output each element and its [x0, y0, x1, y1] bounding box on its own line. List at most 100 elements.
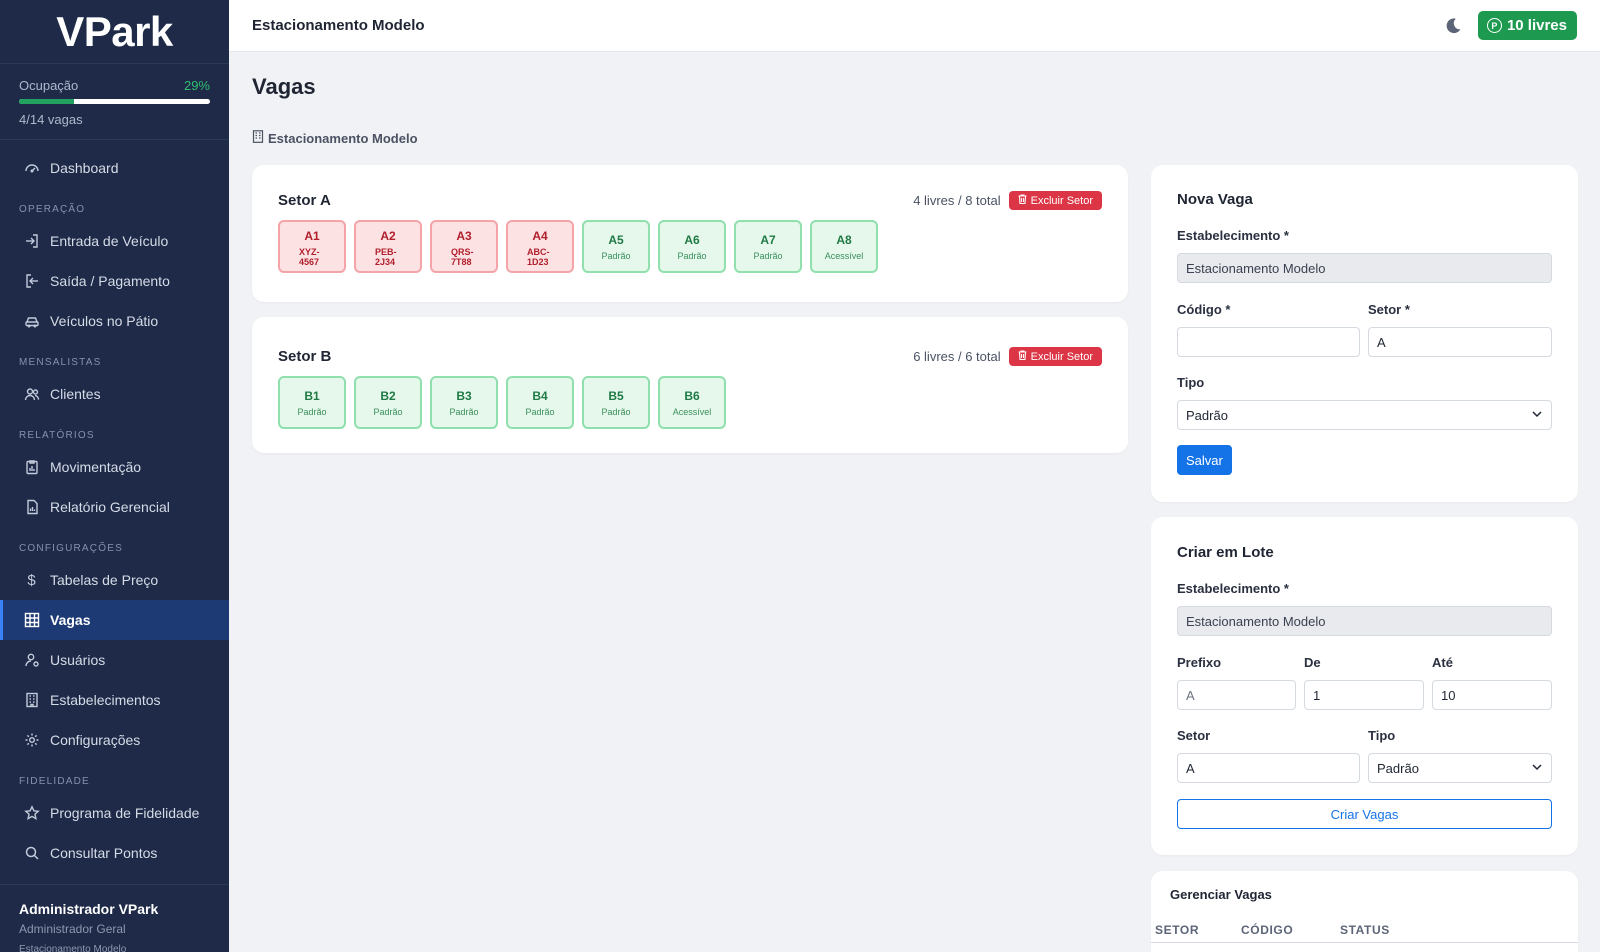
spot-code: A6 [684, 232, 700, 247]
sidebar-item-patio[interactable]: Veículos no Pátio [0, 301, 229, 341]
parking-spot[interactable]: A8 Acessível [810, 220, 878, 273]
spot-code: B1 [304, 388, 320, 403]
trash-icon [1018, 350, 1027, 363]
sidebar-item-label: Programa de Fidelidade [50, 805, 200, 821]
sidebar-item-label: Dashboard [50, 160, 119, 176]
sidebar-item-vagas[interactable]: Vagas [0, 600, 229, 640]
sidebar-item-label: Entrada de Veículo [50, 233, 169, 249]
sector-name: Setor A [278, 192, 331, 209]
trash-icon [1018, 194, 1027, 207]
establishment-name: Estacionamento Modelo [268, 130, 418, 146]
sidebar-item-label: Estabelecimentos [50, 692, 161, 708]
spot-code: A8 [836, 232, 852, 247]
establishment-field[interactable]: Estacionamento Modelo [1177, 606, 1552, 636]
parking-spot[interactable]: A3 QRS-7T88 [430, 220, 498, 273]
moon-icon[interactable] [1444, 17, 1462, 35]
sidebar-item-usuarios[interactable]: Usuários [0, 640, 229, 680]
parking-spot[interactable]: B5 Padrão [582, 376, 650, 429]
column-header-setor[interactable]: SETOR [1155, 923, 1199, 937]
delete-sector-button[interactable]: Excluir Setor [1008, 191, 1102, 210]
spot-type: Padrão [449, 406, 479, 417]
field-label: Prefixo [1177, 655, 1222, 670]
spot-type: Padrão [525, 406, 555, 417]
panel-title: Nova Vaga [1177, 191, 1253, 208]
sidebar-item-relatorio-gerencial[interactable]: Relatório Gerencial [0, 487, 229, 527]
user-establishment: Estacionamento Modelo [19, 944, 127, 952]
sidebar-item-label: Clientes [50, 386, 101, 402]
user-name: Administrador VPark [19, 901, 159, 917]
parking-spot[interactable]: B3 Padrão [430, 376, 498, 429]
sidebar-item-label: Vagas [50, 612, 91, 628]
sidebar: VPark Ocupação 29% 4/14 vagas Dashboard … [0, 0, 229, 952]
gauge-icon [23, 160, 40, 177]
delete-sector-button[interactable]: Excluir Setor [1008, 347, 1102, 366]
parking-spot[interactable]: A2 PEB-2J34 [354, 220, 422, 273]
parking-spot[interactable]: B1 Padrão [278, 376, 346, 429]
free-spots-badge: P 10 livres [1477, 11, 1577, 40]
spot-type: Padrão [601, 406, 631, 417]
sidebar-item-saida[interactable]: Saída / Pagamento [0, 261, 229, 301]
parking-spot[interactable]: B6 Acessível [658, 376, 726, 429]
sidebar-item-tabelas[interactable]: $ Tabelas de Preço [0, 560, 229, 600]
user-profile[interactable]: Administrador VPark Administrador Geral … [0, 884, 229, 952]
sidebar-nav: Dashboard OPERAÇÃO Entrada de Veículo Sa… [0, 140, 229, 873]
sector-input[interactable]: A [1368, 327, 1552, 357]
app-logo[interactable]: VPark [0, 0, 229, 64]
nav-section-configuracoes: CONFIGURAÇÕES [19, 543, 123, 554]
from-input[interactable]: 1 [1304, 680, 1424, 710]
spot-type: Padrão [601, 250, 631, 261]
column-header-status[interactable]: STATUS [1340, 923, 1390, 937]
prefix-input[interactable]: A [1177, 680, 1296, 710]
sidebar-item-entrada[interactable]: Entrada de Veículo [0, 221, 229, 261]
sidebar-item-dashboard[interactable]: Dashboard [0, 148, 229, 188]
sidebar-item-label: Relatório Gerencial [50, 499, 170, 515]
create-spots-button[interactable]: Criar Vagas [1177, 799, 1552, 829]
spot-type: Acessível [672, 406, 712, 417]
occupancy-widget: Ocupação 29% 4/14 vagas [0, 64, 229, 140]
sidebar-item-estabelecimentos[interactable]: Estabelecimentos [0, 680, 229, 720]
spot-code: A4 [532, 228, 548, 243]
column-header-codigo[interactable]: CÓDIGO [1241, 923, 1293, 937]
page-title: Vagas [252, 74, 316, 99]
chevron-down-icon [1531, 408, 1543, 423]
field-label: Estabelecimento * [1177, 581, 1289, 596]
save-button[interactable]: Salvar [1177, 445, 1232, 475]
to-input[interactable]: 10 [1432, 680, 1552, 710]
sidebar-item-label: Consultar Pontos [50, 845, 158, 861]
sidebar-item-pontos[interactable]: Consultar Pontos [0, 833, 229, 873]
sector-availability: 4 livres / 8 total [913, 193, 1001, 208]
parking-spot[interactable]: B4 Padrão [506, 376, 574, 429]
spot-type: Padrão [677, 250, 707, 261]
sidebar-item-clientes[interactable]: Clientes [0, 374, 229, 414]
establishment-field[interactable]: Estacionamento Modelo [1177, 253, 1552, 283]
type-select[interactable]: Padrão [1177, 400, 1552, 430]
occupancy-percent: 29% [183, 78, 210, 93]
nav-section-mensalistas: MENSALISTAS [19, 357, 102, 368]
parking-spot[interactable]: A6 Padrão [658, 220, 726, 273]
sidebar-item-configuracoes[interactable]: Configurações [0, 720, 229, 760]
top-bar: Estacionamento Modelo P 10 livres [229, 0, 1600, 52]
parking-spot[interactable]: A5 Padrão [582, 220, 650, 273]
field-label: Até [1432, 655, 1453, 670]
parking-spot[interactable]: A4 ABC-1D23 [506, 220, 574, 273]
user-role: Administrador Geral [19, 922, 126, 936]
car-icon [23, 313, 40, 330]
code-input[interactable] [1177, 327, 1360, 357]
panel-title: Gerenciar Vagas [1170, 887, 1272, 902]
spot-code: B5 [608, 388, 624, 403]
type-select[interactable]: Padrão [1368, 753, 1552, 783]
free-spots-text: 10 livres [1506, 17, 1567, 34]
parking-spot[interactable]: A7 Padrão [734, 220, 802, 273]
parking-spot[interactable]: B2 Padrão [354, 376, 422, 429]
sector-input[interactable]: A [1177, 753, 1360, 783]
type-select-value: Padrão [1186, 407, 1228, 423]
manage-spots-panel: Gerenciar Vagas SETOR CÓDIGO STATUS [1151, 871, 1578, 952]
occupancy-count: 4/14 vagas [19, 112, 83, 127]
parking-spot[interactable]: A1 XYZ-4567 [278, 220, 346, 273]
user-gear-icon [23, 652, 40, 669]
sidebar-item-fidelidade[interactable]: Programa de Fidelidade [0, 793, 229, 833]
search-icon [23, 845, 40, 862]
sidebar-item-movimentacao[interactable]: Movimentação [0, 447, 229, 487]
delete-sector-label: Excluir Setor [1030, 350, 1093, 363]
spot-code: B4 [532, 388, 548, 403]
